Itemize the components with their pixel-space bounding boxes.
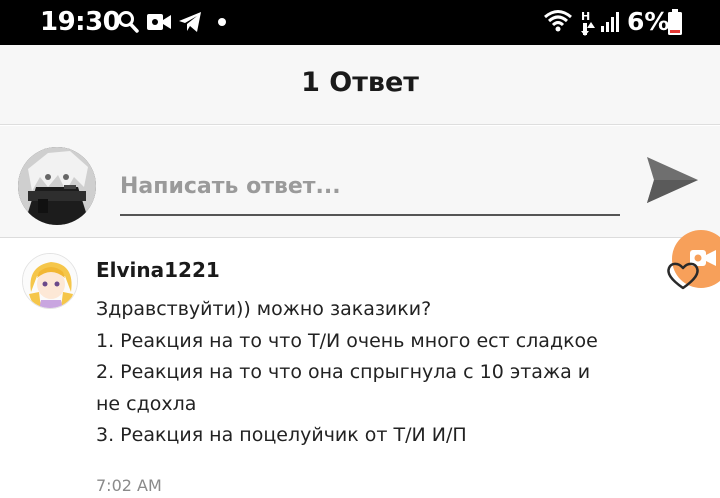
signal-icon	[601, 12, 619, 32]
wifi-icon	[544, 10, 572, 32]
header: 1 Ответ	[0, 45, 720, 125]
page-title: 1 Ответ	[301, 67, 419, 98]
telegram-icon	[179, 12, 201, 32]
heart-icon[interactable]	[666, 261, 700, 291]
comment-line: 2. Реакция на то что она спрыгнула с 10 …	[96, 361, 591, 383]
video-camera-icon	[147, 14, 171, 30]
comment-line: 1. Реакция на то что Т/И очень много ест…	[96, 329, 598, 352]
send-icon[interactable]	[644, 153, 700, 207]
user-avatar[interactable]	[18, 147, 96, 225]
user-avatar-image	[18, 147, 96, 225]
battery-icon	[668, 9, 682, 35]
comment-line: Здравствуйти)) можно заказики?	[96, 298, 432, 320]
reply-composer	[0, 126, 720, 238]
comment-author-name[interactable]: Elvina1221	[96, 258, 220, 282]
status-time: 19:30	[40, 7, 121, 37]
comment-timestamp: 7:02 AM	[96, 476, 162, 495]
comment-text: Здравствуйти)) можно заказики? 1. Реакци…	[96, 294, 616, 452]
status-bar: 19:30 H 6%	[0, 0, 720, 45]
comment-line: не сдохла	[96, 392, 197, 415]
comment-line: 3. Реакция на поцелуйчик от Т/И И/П	[96, 424, 467, 446]
battery-percent: 6%	[627, 7, 670, 36]
svg-text:H: H	[581, 10, 590, 23]
comment-author-avatar[interactable]	[22, 253, 78, 309]
dot-icon	[218, 18, 226, 26]
reply-input[interactable]	[120, 148, 620, 216]
search-icon	[118, 11, 139, 33]
data-arrows-icon: H	[581, 10, 595, 36]
comment-author-avatar-image	[23, 254, 77, 308]
